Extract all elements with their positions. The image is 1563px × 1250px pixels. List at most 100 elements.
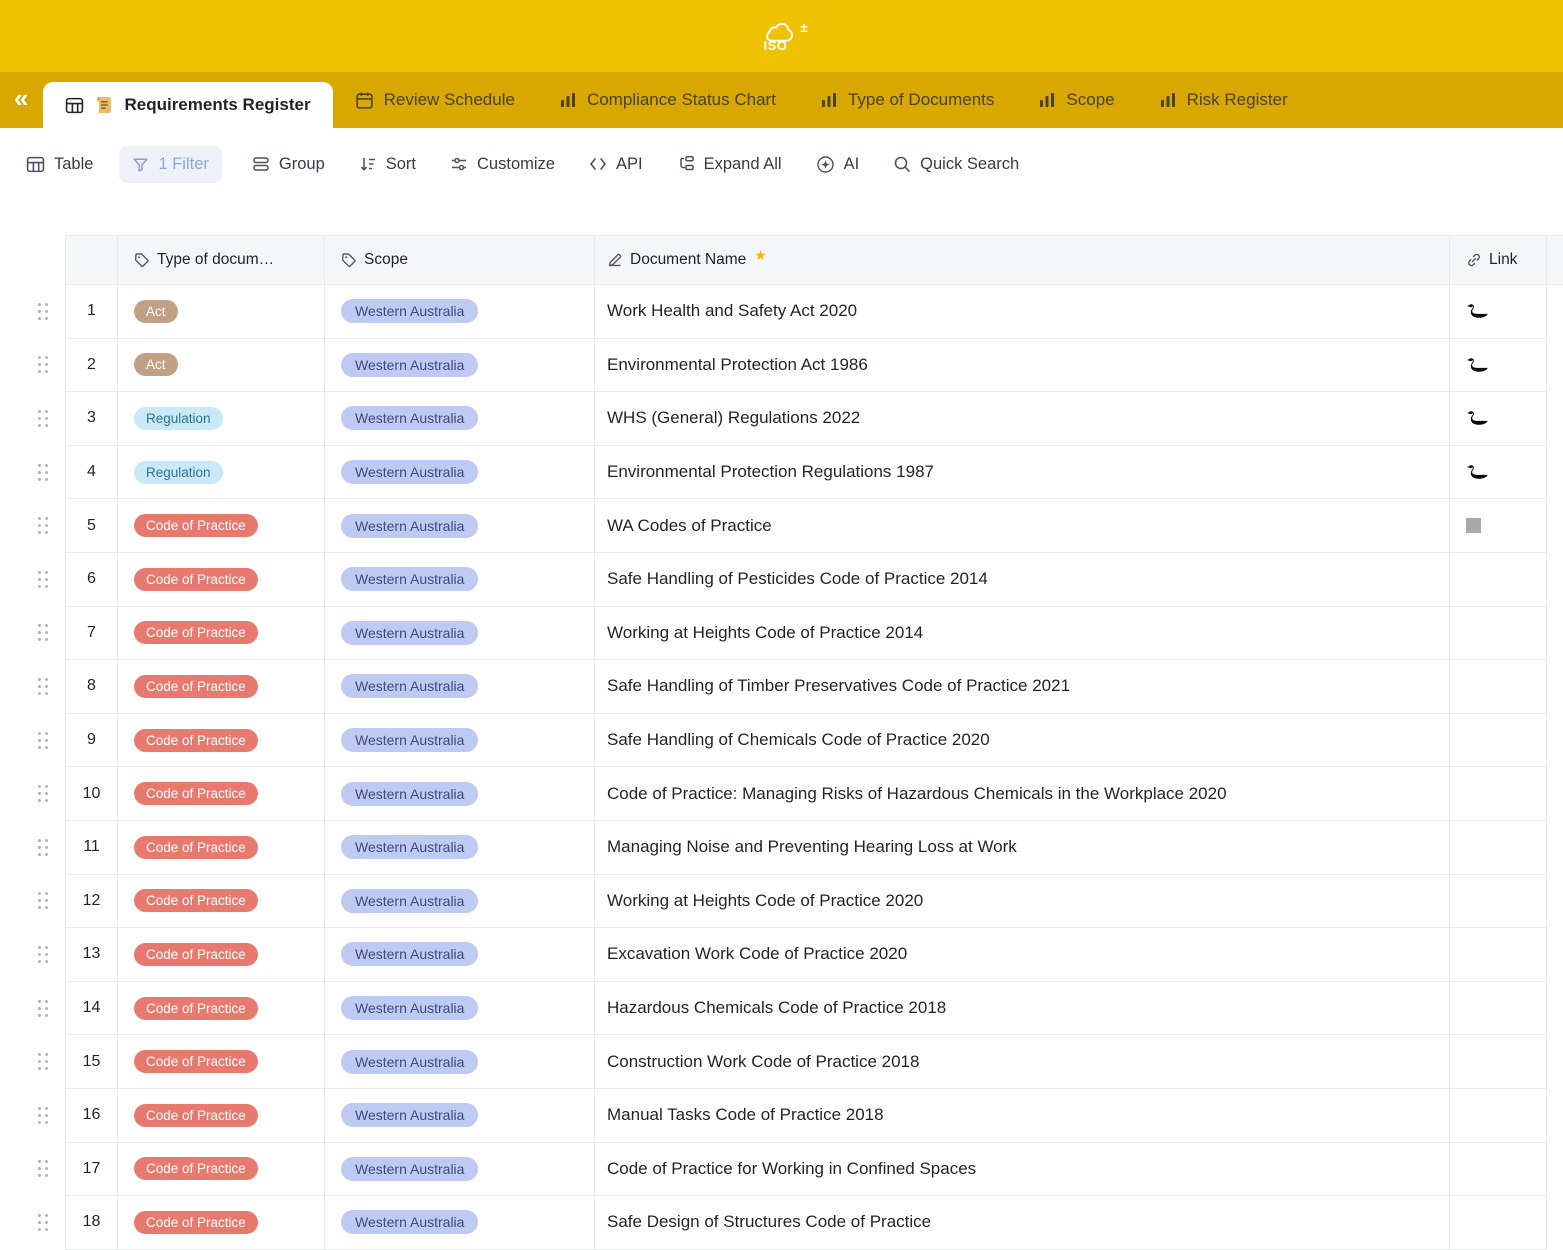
scope-cell[interactable]: Western Australia xyxy=(325,767,595,821)
row-drag-handle[interactable] xyxy=(30,982,65,1036)
type-cell[interactable]: Act xyxy=(118,285,325,339)
link-cell[interactable] xyxy=(1450,285,1547,339)
row-drag-handle[interactable] xyxy=(30,714,65,768)
link-cell[interactable] xyxy=(1450,1196,1547,1250)
row-drag-handle[interactable] xyxy=(30,1143,65,1197)
document-name-cell[interactable]: Work Health and Safety Act 2020 xyxy=(595,285,1450,339)
type-cell[interactable]: Code of Practice xyxy=(118,1089,325,1143)
scope-cell[interactable]: Western Australia xyxy=(325,660,595,714)
type-cell[interactable]: Code of Practice xyxy=(118,821,325,875)
document-name-cell[interactable]: Safe Handling of Pesticides Code of Prac… xyxy=(595,553,1450,607)
document-name-cell[interactable]: Manual Tasks Code of Practice 2018 xyxy=(595,1089,1450,1143)
document-name-cell[interactable]: Safe Handling of Timber Preservatives Co… xyxy=(595,660,1450,714)
link-cell[interactable] xyxy=(1450,499,1547,553)
link-cell[interactable] xyxy=(1450,821,1547,875)
link-cell[interactable] xyxy=(1450,767,1547,821)
type-cell[interactable]: Code of Practice xyxy=(118,553,325,607)
scope-cell[interactable]: Western Australia xyxy=(325,553,595,607)
link-cell[interactable] xyxy=(1450,392,1547,446)
row-number-cell[interactable]: 17 xyxy=(65,1143,118,1197)
row-drag-handle[interactable] xyxy=(30,1196,65,1250)
type-cell[interactable]: Code of Practice xyxy=(118,875,325,929)
document-name-cell[interactable]: WA Codes of Practice xyxy=(595,499,1450,553)
link-cell[interactable] xyxy=(1450,553,1547,607)
toolbar-group-button[interactable]: Group xyxy=(252,155,325,174)
document-name-cell[interactable]: Construction Work Code of Practice 2018 xyxy=(595,1035,1450,1089)
type-cell[interactable]: Code of Practice xyxy=(118,607,325,661)
row-drag-handle[interactable] xyxy=(30,499,65,553)
row-drag-handle[interactable] xyxy=(30,446,65,500)
link-cell[interactable] xyxy=(1450,1035,1547,1089)
tab-type-of-documents[interactable]: Type of Documents xyxy=(798,72,1016,128)
row-number-cell[interactable]: 4 xyxy=(65,446,118,500)
type-cell[interactable]: Regulation xyxy=(118,446,325,500)
scope-cell[interactable]: Western Australia xyxy=(325,928,595,982)
tab-requirements-register[interactable]: Requirements Register xyxy=(43,82,332,128)
scope-cell[interactable]: Western Australia xyxy=(325,1196,595,1250)
scope-cell[interactable]: Western Australia xyxy=(325,1089,595,1143)
document-name-cell[interactable]: Environmental Protection Act 1986 xyxy=(595,339,1450,393)
column-header-scope[interactable]: Scope xyxy=(325,235,595,285)
document-name-cell[interactable]: Environmental Protection Regulations 198… xyxy=(595,446,1450,500)
tab-review-schedule[interactable]: Review Schedule xyxy=(333,72,537,128)
row-drag-handle[interactable] xyxy=(30,660,65,714)
toolbar-customize-button[interactable]: Customize xyxy=(450,155,555,174)
link-cell[interactable] xyxy=(1450,714,1547,768)
row-number-cell[interactable]: 10 xyxy=(65,767,118,821)
type-cell[interactable]: Code of Practice xyxy=(118,660,325,714)
type-cell[interactable]: Code of Practice xyxy=(118,714,325,768)
toolbar-table-button[interactable]: Table xyxy=(26,155,93,174)
document-name-cell[interactable]: Code of Practice: Managing Risks of Haza… xyxy=(595,767,1450,821)
row-drag-handle[interactable] xyxy=(30,392,65,446)
row-number-cell[interactable]: 13 xyxy=(65,928,118,982)
row-number-cell[interactable]: 5 xyxy=(65,499,118,553)
type-cell[interactable]: Code of Practice xyxy=(118,767,325,821)
tab-compliance-status-chart[interactable]: Compliance Status Chart xyxy=(537,72,798,128)
link-cell[interactable] xyxy=(1450,875,1547,929)
scope-cell[interactable]: Western Australia xyxy=(325,1143,595,1197)
type-cell[interactable]: Code of Practice xyxy=(118,982,325,1036)
row-number-header[interactable] xyxy=(65,235,118,285)
link-cell[interactable] xyxy=(1450,607,1547,661)
row-drag-handle[interactable] xyxy=(30,928,65,982)
row-number-cell[interactable]: 8 xyxy=(65,660,118,714)
row-drag-handle[interactable] xyxy=(30,767,65,821)
scope-cell[interactable]: Western Australia xyxy=(325,982,595,1036)
link-cell[interactable] xyxy=(1450,1143,1547,1197)
type-cell[interactable]: Code of Practice xyxy=(118,499,325,553)
scope-cell[interactable]: Western Australia xyxy=(325,607,595,661)
document-name-cell[interactable]: WHS (General) Regulations 2022 xyxy=(595,392,1450,446)
scope-cell[interactable]: Western Australia xyxy=(325,821,595,875)
row-number-cell[interactable]: 11 xyxy=(65,821,118,875)
type-cell[interactable]: Regulation xyxy=(118,392,325,446)
document-name-cell[interactable]: Working at Heights Code of Practice 2014 xyxy=(595,607,1450,661)
column-header-type-of-docum[interactable]: Type of docum… xyxy=(118,235,325,285)
row-drag-handle[interactable] xyxy=(30,1035,65,1089)
row-number-cell[interactable]: 2 xyxy=(65,339,118,393)
row-number-cell[interactable]: 15 xyxy=(65,1035,118,1089)
row-number-cell[interactable]: 18 xyxy=(65,1196,118,1250)
row-number-cell[interactable]: 1 xyxy=(65,285,118,339)
tab-scope[interactable]: Scope xyxy=(1016,72,1136,128)
row-number-cell[interactable]: 7 xyxy=(65,607,118,661)
column-header-link[interactable]: Link xyxy=(1450,235,1547,285)
scope-cell[interactable]: Western Australia xyxy=(325,339,595,393)
document-name-cell[interactable]: Safe Design of Structures Code of Practi… xyxy=(595,1196,1450,1250)
row-drag-handle[interactable] xyxy=(30,821,65,875)
scope-cell[interactable]: Western Australia xyxy=(325,285,595,339)
collapse-sidebar-icon[interactable]: « xyxy=(14,85,28,111)
toolbar-quick-search-button[interactable]: Quick Search xyxy=(893,155,1019,174)
toolbar-expand-all-button[interactable]: Expand All xyxy=(677,155,782,174)
document-name-cell[interactable]: Code of Practice for Working in Confined… xyxy=(595,1143,1450,1197)
tab-risk-register[interactable]: Risk Register xyxy=(1137,72,1310,128)
scope-cell[interactable]: Western Australia xyxy=(325,714,595,768)
toolbar-1-filter-button[interactable]: 1 Filter xyxy=(119,146,221,183)
row-drag-handle[interactable] xyxy=(30,875,65,929)
toolbar-ai-button[interactable]: AI xyxy=(816,155,860,174)
row-number-cell[interactable]: 12 xyxy=(65,875,118,929)
scope-cell[interactable]: Western Australia xyxy=(325,499,595,553)
row-number-cell[interactable]: 16 xyxy=(65,1089,118,1143)
document-name-cell[interactable]: Working at Heights Code of Practice 2020 xyxy=(595,875,1450,929)
toolbar-sort-button[interactable]: Sort xyxy=(359,155,416,174)
row-number-cell[interactable]: 14 xyxy=(65,982,118,1036)
